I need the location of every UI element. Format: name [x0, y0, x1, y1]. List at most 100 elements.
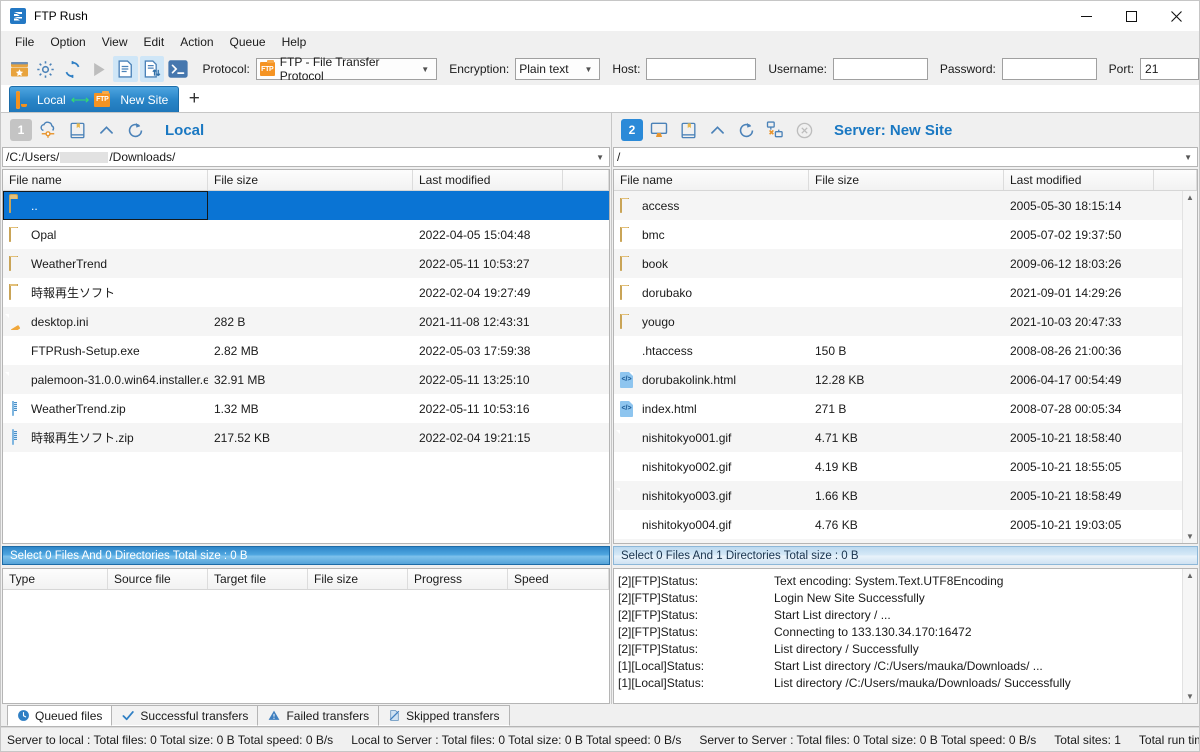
file-view-icon[interactable]	[113, 56, 138, 82]
table-row[interactable]: WeatherTrend.zip 1.32 MB 2022-05-11 10:53:…	[3, 394, 609, 423]
bookmark-icon[interactable]	[64, 117, 90, 143]
table-row[interactable]: </> dorubakolink.html 12.28 KB 2006-04-17 0…	[614, 365, 1197, 394]
table-row[interactable]: ..	[3, 191, 609, 220]
menu-queue[interactable]: Queue	[222, 32, 274, 52]
cancel-icon[interactable]	[791, 117, 817, 143]
refresh-icon[interactable]	[733, 117, 759, 143]
chevron-down-icon[interactable]: ▼	[591, 153, 609, 162]
column-header-target-file[interactable]: Target file	[208, 569, 308, 589]
log-scrollbar[interactable]: ▲ ▼	[1182, 569, 1197, 703]
cell-last-modified: 2022-02-04 19:27:49	[419, 285, 531, 300]
disconnect-icon[interactable]	[762, 117, 788, 143]
column-header-filler	[1154, 170, 1197, 190]
menu-action[interactable]: Action	[172, 32, 221, 52]
menu-file[interactable]: File	[7, 32, 42, 52]
site-tab-new-site[interactable]: Local ⟷ FTP New Site	[9, 86, 180, 112]
table-row[interactable]: yougo 2021-10-03 20:47:33	[614, 307, 1197, 336]
chevron-down-icon[interactable]: ▼	[1179, 153, 1197, 162]
tab-failed-transfers[interactable]: Failed transfers	[257, 705, 380, 726]
file-name-text: 時報再生ソフト.zip	[31, 431, 134, 445]
table-row[interactable]: 時報再生ソフト.zip 217.52 KB 2022-02-04 19:21:15	[3, 423, 609, 452]
table-row[interactable]: .htaccess 150 B 2008-08-26 21:00:36	[614, 336, 1197, 365]
table-row[interactable]: nishitokyo002.gif 4.19 KB 2005-10-21 18:55…	[614, 452, 1197, 481]
console-icon[interactable]	[166, 56, 191, 82]
column-header-progress[interactable]: Progress	[408, 569, 508, 589]
server-list-scrollbar[interactable]: ▲ ▼	[1182, 191, 1197, 543]
menu-view[interactable]: View	[94, 32, 136, 52]
bottom-area: Type Source file Target file File size P…	[1, 566, 1199, 704]
column-header-last-modified[interactable]: Last modified	[1004, 170, 1154, 190]
password-input[interactable]	[1001, 58, 1097, 80]
table-row[interactable]: nishitokyo004.gif 4.76 KB 2005-10-21 19:03…	[614, 510, 1197, 539]
tab-successful-transfers[interactable]: Successful transfers	[111, 705, 259, 726]
table-row[interactable]: nishitokyo001.gif 4.71 KB 2005-10-21 18:58…	[614, 423, 1197, 452]
table-row[interactable]: EXE FTPRush-Setup.exe 2.82 MB 2022-05-03 17…	[3, 336, 609, 365]
table-row[interactable]: WeatherTrend 2022-05-11 10:53:27	[3, 249, 609, 278]
table-row[interactable]: bmc 2005-07-02 19:37:50	[614, 220, 1197, 249]
table-row[interactable]: nishitokyo003.gif 1.66 KB 2005-10-21 18:58…	[614, 481, 1197, 510]
status-server-to-local: Server to local : Total files: 0 Total s…	[7, 732, 334, 747]
table-row[interactable]: book 2009-06-12 18:03:26	[614, 249, 1197, 278]
column-header-file-size[interactable]: File size	[809, 170, 1004, 190]
username-input[interactable]	[833, 58, 928, 80]
cell-file-size: 2.82 MB	[214, 343, 259, 358]
cell-last-modified: 2008-08-26 21:00:36	[1010, 343, 1122, 358]
table-row[interactable]: </> index.html 271 B 2008-07-28 00:05:34	[614, 394, 1197, 423]
bookmark-icon[interactable]	[675, 117, 701, 143]
column-header-source-file[interactable]: Source file	[108, 569, 208, 589]
table-row[interactable]: 時報再生ソフト 2022-02-04 19:27:49	[3, 278, 609, 307]
file-transfer-icon[interactable]	[139, 56, 164, 82]
refresh-sync-icon[interactable]	[60, 56, 85, 82]
parent-dir-icon[interactable]	[704, 117, 730, 143]
minimize-button[interactable]	[1064, 1, 1109, 31]
maximize-button[interactable]	[1109, 1, 1154, 31]
server-path-bar[interactable]: / ▼	[613, 147, 1198, 167]
file-name-text: yougo	[642, 314, 675, 329]
column-header-last-modified[interactable]: Last modified	[413, 170, 563, 190]
menu-help[interactable]: Help	[274, 32, 315, 52]
chevron-down-icon: ▼	[421, 64, 430, 74]
port-input[interactable]: 21	[1140, 58, 1200, 80]
log-output[interactable]: [2][FTP]Status: Text encoding: System.Tex…	[613, 568, 1198, 704]
column-header-file-name[interactable]: File name	[614, 170, 809, 190]
table-row[interactable]: robots.txt20 B2007-03-31 04:40:36	[614, 539, 1197, 543]
settings-gear-icon[interactable]	[34, 56, 59, 82]
local-path-bar[interactable]: /C:/Users/ /Downloads/ ▼	[2, 147, 610, 167]
scroll-down-icon[interactable]: ▼	[1186, 532, 1194, 541]
add-tab-button[interactable]: +	[179, 86, 209, 112]
column-header-file-name[interactable]: File name	[3, 170, 208, 190]
cell-file-size: 32.91 MB	[214, 372, 266, 387]
column-header-speed[interactable]: Speed	[508, 569, 609, 589]
username-label: Username:	[768, 62, 828, 76]
close-button[interactable]	[1154, 1, 1199, 31]
scroll-up-icon[interactable]: ▲	[1186, 193, 1194, 202]
host-input[interactable]	[646, 58, 757, 80]
table-row[interactable]: access 2005-05-30 18:15:14	[614, 191, 1197, 220]
site-manager-icon[interactable]	[7, 56, 32, 82]
tab-skipped-transfers[interactable]: Skipped transfers	[378, 705, 510, 726]
cell-file-name: access	[614, 197, 809, 214]
menu-option[interactable]: Option	[42, 32, 93, 52]
table-row[interactable]: Opal 2022-04-05 15:04:48	[3, 220, 609, 249]
play-transfer-icon[interactable]	[87, 56, 112, 82]
table-row[interactable]: EXE palemoon-31.0.0.win64.installer.ex 32.…	[3, 365, 609, 394]
log-entry-tag: [2][FTP]Status:	[618, 624, 699, 639]
parent-dir-icon[interactable]	[93, 117, 119, 143]
table-row[interactable]: dorubako 2021-09-01 14:29:26	[614, 278, 1197, 307]
monitor-icon[interactable]	[646, 117, 672, 143]
column-header-type[interactable]: Type	[3, 569, 108, 589]
ftprush-logo-icon	[10, 8, 26, 24]
menu-edit[interactable]: Edit	[136, 32, 173, 52]
protocol-select[interactable]: FTP FTP - File Transfer Protocol ▼	[255, 55, 438, 83]
encryption-value: Plain text	[519, 62, 569, 76]
clock-icon	[17, 709, 30, 722]
scroll-up-icon[interactable]: ▲	[1186, 571, 1194, 580]
encryption-select[interactable]: Plain text ▼	[515, 58, 601, 80]
table-row[interactable]: desktop.ini 282 B 2021-11-08 12:43:31	[3, 307, 609, 336]
column-header-file-size[interactable]: File size	[308, 569, 408, 589]
scroll-down-icon[interactable]: ▼	[1186, 692, 1194, 701]
column-header-file-size[interactable]: File size	[208, 170, 413, 190]
tab-queued-files[interactable]: Queued files	[7, 705, 113, 726]
refresh-icon[interactable]	[122, 117, 148, 143]
upload-cloud-icon[interactable]	[35, 117, 61, 143]
